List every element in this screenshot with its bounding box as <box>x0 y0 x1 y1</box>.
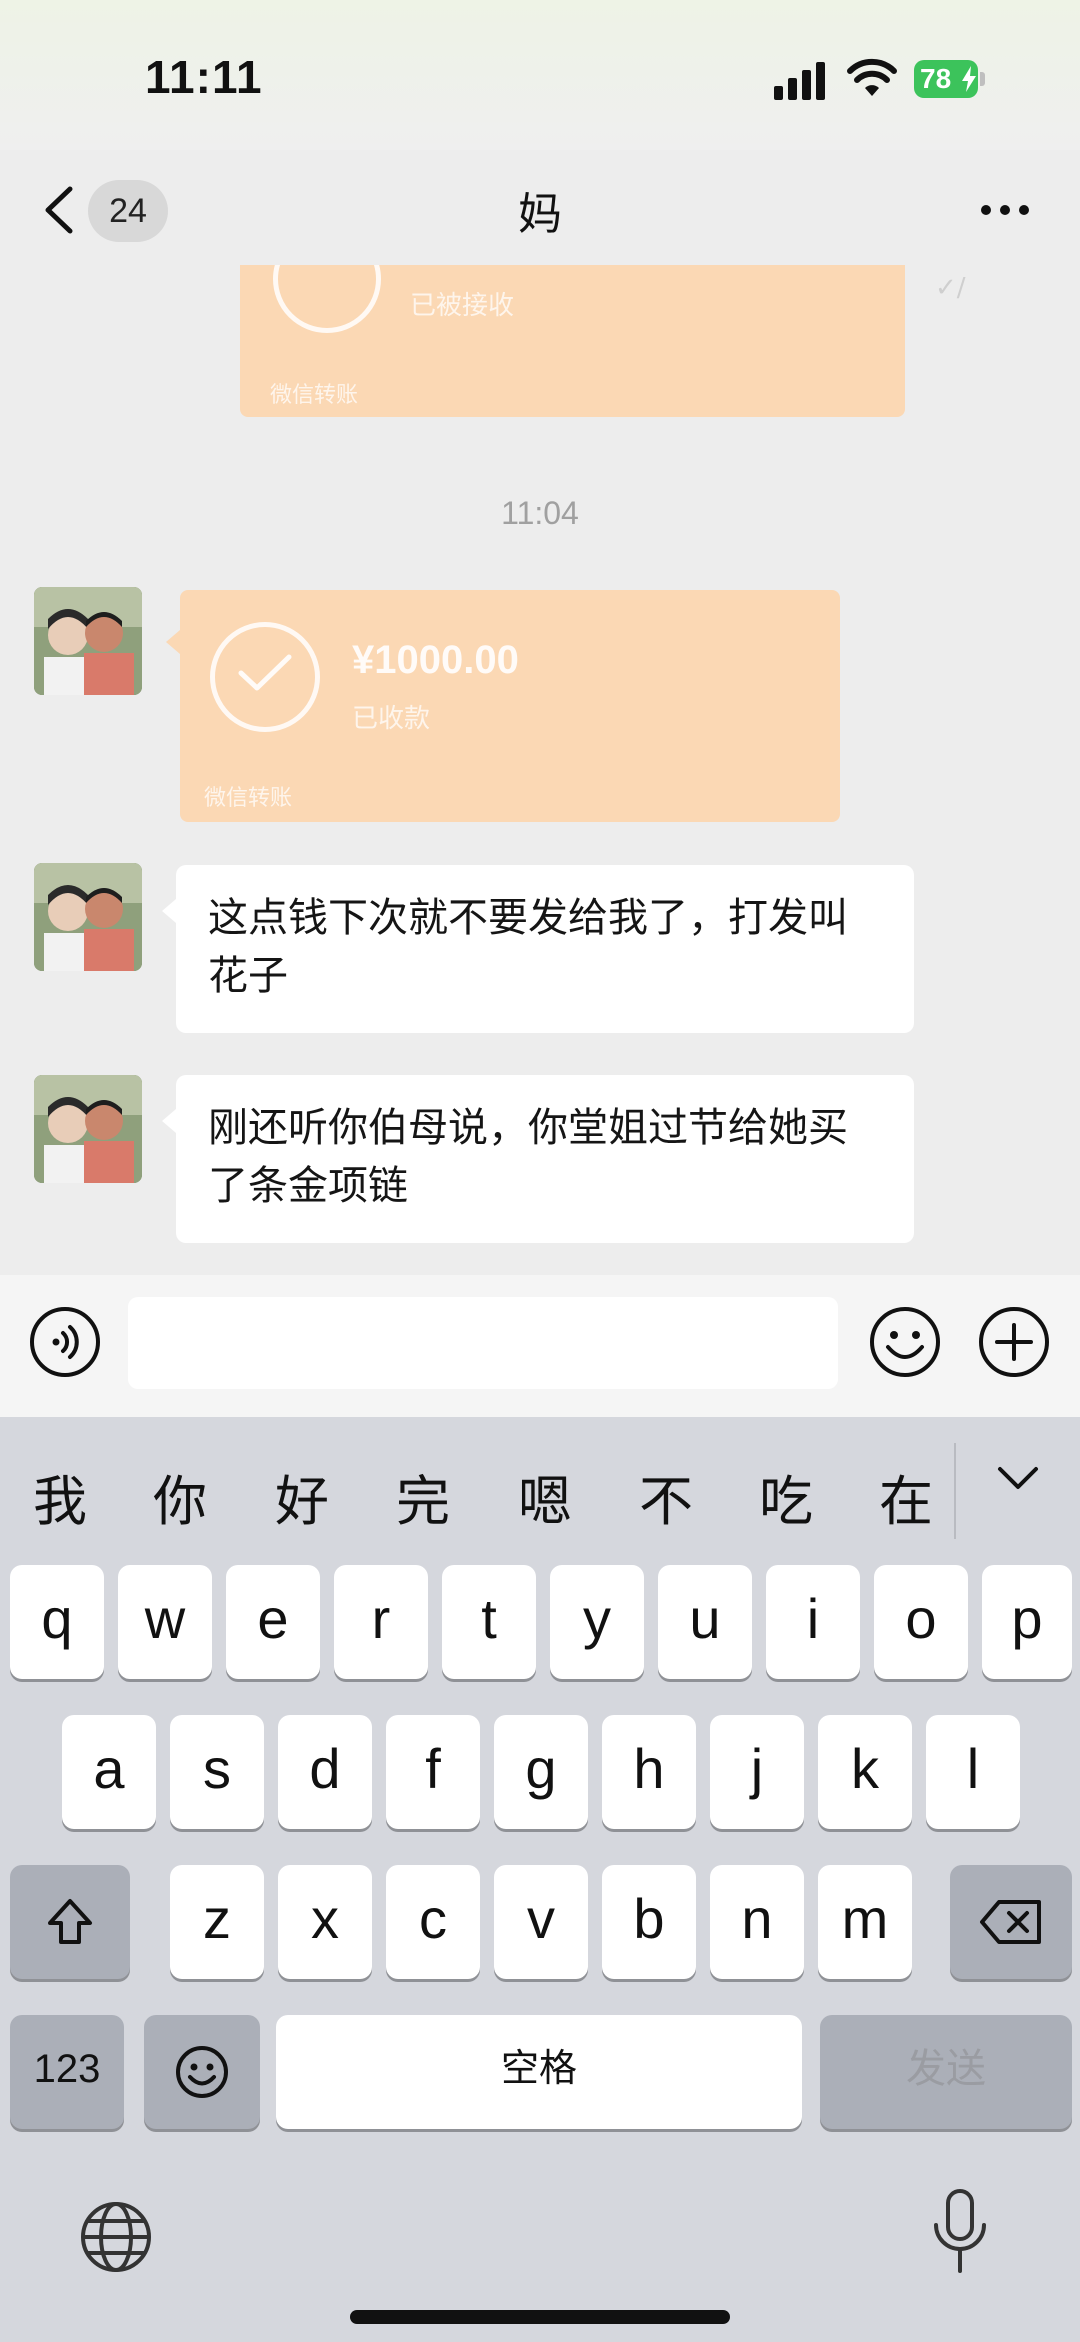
key-z[interactable]: z <box>170 1865 264 1979</box>
message-list[interactable]: 已被接收 微信转账 ✓/ 11:04 ¥1000.00 已收款 微信转账 这点钱… <box>0 265 1080 1275</box>
key-n[interactable]: n <box>710 1865 804 1979</box>
key-p[interactable]: p <box>982 1565 1072 1679</box>
key-f[interactable]: f <box>386 1715 480 1829</box>
transfer-footer: 微信转账 <box>204 786 293 811</box>
emoji-key[interactable] <box>144 2015 260 2129</box>
chevron-down-icon[interactable] <box>996 1463 1040 1493</box>
candidate-word[interactable]: 不 <box>616 1457 716 1536</box>
check-circle-icon <box>273 265 381 333</box>
transfer-amount: ¥1000.00 <box>352 638 519 682</box>
key-d[interactable]: d <box>278 1715 372 1829</box>
candidate-bar: 我 你 好 完 嗯 不 吃 在 <box>0 1417 1080 1557</box>
input-bar <box>0 1275 1080 1417</box>
transfer-status: 已收款 <box>352 704 431 734</box>
plus-icon[interactable] <box>977 1305 1051 1379</box>
key-c[interactable]: c <box>386 1865 480 1979</box>
avatar-photo <box>34 863 142 971</box>
status-bar: 11:11 78 <box>0 0 1080 150</box>
candidate-word[interactable]: 你 <box>130 1457 230 1536</box>
avatar[interactable] <box>34 587 142 695</box>
chat-header: 24 妈 <box>0 150 1080 265</box>
key-u[interactable]: u <box>658 1565 752 1679</box>
candidate-word[interactable]: 完 <box>373 1457 473 1536</box>
battery-indicator: 78 <box>914 60 986 98</box>
key-q[interactable]: q <box>10 1565 104 1679</box>
key-e[interactable]: e <box>226 1565 320 1679</box>
key-b[interactable]: b <box>602 1865 696 1979</box>
backspace-icon <box>980 1900 1041 1944</box>
key-j[interactable]: j <box>710 1715 804 1829</box>
key-i[interactable]: i <box>766 1565 860 1679</box>
shift-key[interactable] <box>10 1865 130 1979</box>
send-key[interactable]: 发送 <box>820 2015 1072 2129</box>
more-icon[interactable] <box>980 202 1030 218</box>
check-circle-icon <box>210 622 320 732</box>
voice-input-icon[interactable] <box>28 1305 102 1379</box>
status-time: 11:11 <box>145 51 263 103</box>
key-x[interactable]: x <box>278 1865 372 1979</box>
transfer-card-previous[interactable]: 已被接收 微信转账 <box>240 265 905 417</box>
avatar-photo <box>34 587 142 695</box>
key-h[interactable]: h <box>602 1715 696 1829</box>
key-k[interactable]: k <box>818 1715 912 1829</box>
key-t[interactable]: t <box>442 1565 536 1679</box>
key-m[interactable]: m <box>818 1865 912 1979</box>
message-input[interactable] <box>128 1297 838 1389</box>
transfer-status: 已被接收 <box>410 291 515 321</box>
avatar[interactable] <box>34 1075 142 1183</box>
key-w[interactable]: w <box>118 1565 212 1679</box>
signal-icon <box>774 62 825 100</box>
key-g[interactable]: g <box>494 1715 588 1829</box>
emoji-icon <box>176 2046 228 2098</box>
checkmark-icon <box>238 654 292 691</box>
message-bubble[interactable]: 刚还听你伯母说，你堂姐过节给她买了条金项链 <box>162 1075 914 1243</box>
globe-icon[interactable] <box>78 2199 154 2275</box>
key-l[interactable]: l <box>926 1715 1020 1829</box>
candidate-word[interactable]: 吃 <box>736 1457 836 1536</box>
key-v[interactable]: v <box>494 1865 588 1979</box>
candidate-word[interactable]: 我 <box>10 1457 110 1536</box>
avatar-photo <box>34 1075 142 1183</box>
candidate-word[interactable]: 好 <box>252 1457 352 1536</box>
candidate-divider <box>954 1443 956 1539</box>
home-indicator <box>350 2310 730 2324</box>
message-timestamp: 11:04 <box>501 495 579 531</box>
candidate-word[interactable]: 嗯 <box>495 1457 595 1536</box>
key-o[interactable]: o <box>874 1565 968 1679</box>
microphone-icon[interactable] <box>930 2187 990 2277</box>
space-key[interactable]: 空格 <box>276 2015 802 2129</box>
key-r[interactable]: r <box>334 1565 428 1679</box>
key-a[interactable]: a <box>62 1715 156 1829</box>
avatar[interactable] <box>34 863 142 971</box>
numbers-key[interactable]: 123 <box>10 2015 124 2129</box>
candidate-word[interactable]: 在 <box>856 1457 956 1536</box>
chat-title: 妈 <box>518 189 562 240</box>
charging-icon <box>962 66 976 92</box>
transfer-card[interactable]: ¥1000.00 已收款 微信转账 <box>166 590 840 822</box>
message-bubble[interactable]: 这点钱下次就不要发给我了，打发叫花子 <box>162 865 914 1033</box>
shift-icon <box>48 1899 92 1944</box>
key-s[interactable]: s <box>170 1715 264 1829</box>
keyboard: 我 你 好 完 嗯 不 吃 在 q w e r t y u i o p a s … <box>0 1417 1080 2342</box>
key-y[interactable]: y <box>550 1565 644 1679</box>
read-tick: ✓/ <box>935 273 966 303</box>
emoji-icon[interactable] <box>868 1305 942 1379</box>
delete-key[interactable] <box>950 1865 1072 1979</box>
transfer-footer: 微信转账 <box>270 383 359 408</box>
battery-level: 78 <box>920 63 952 94</box>
wifi-icon <box>847 58 897 96</box>
